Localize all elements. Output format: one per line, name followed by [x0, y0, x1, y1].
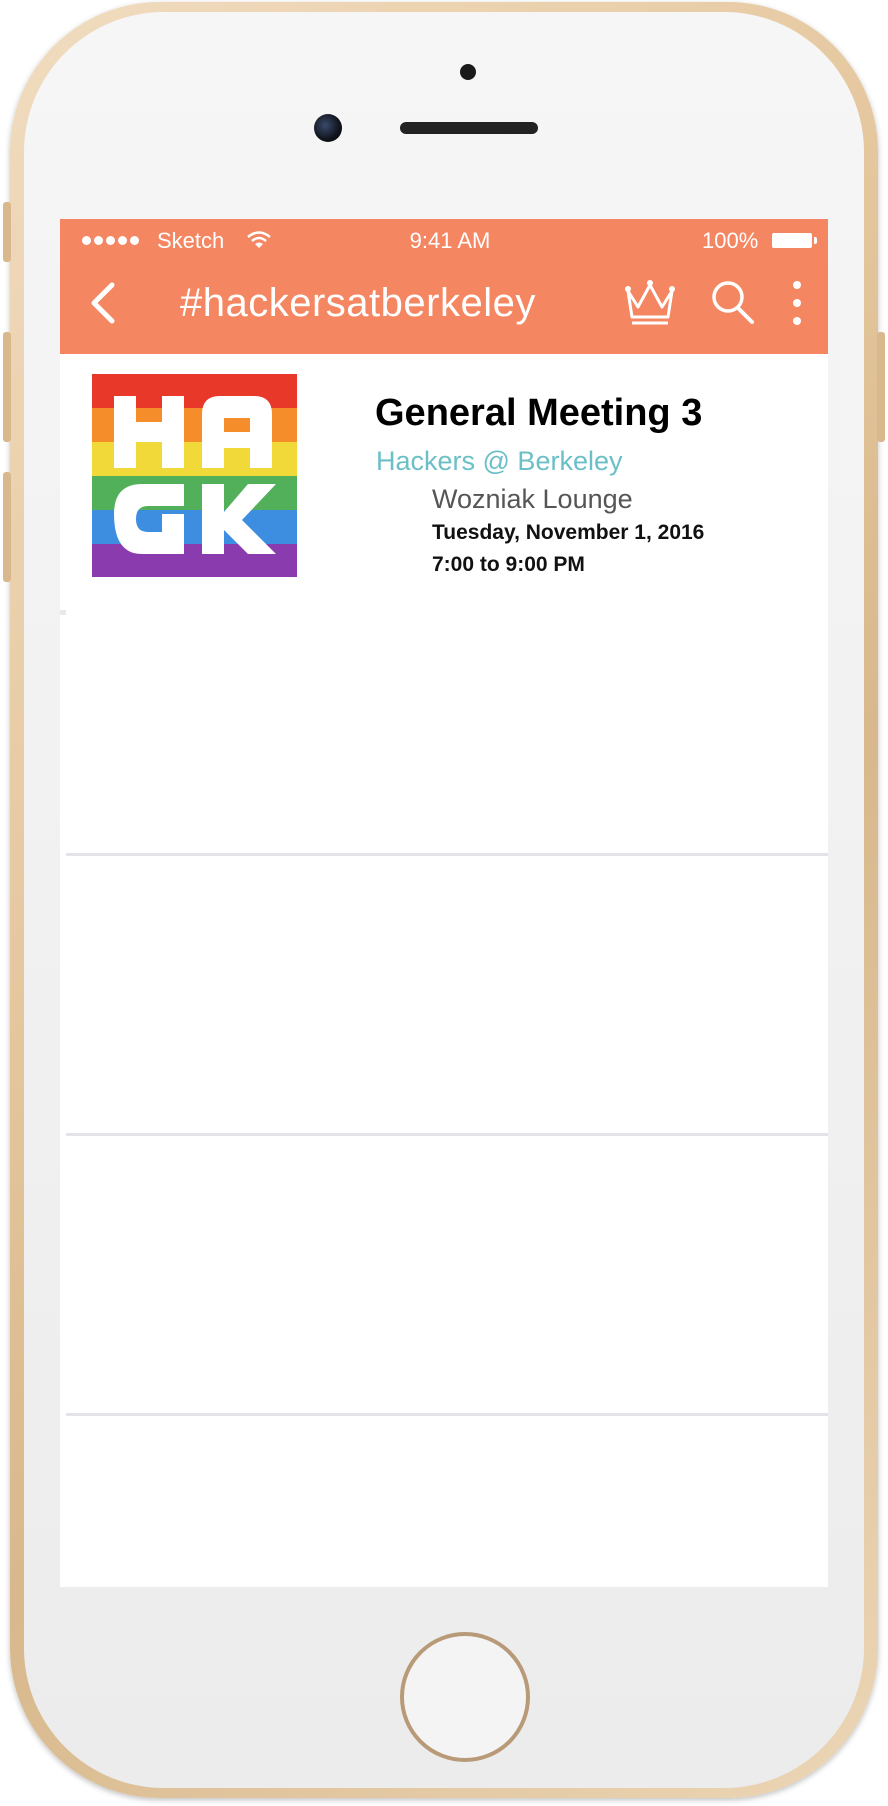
event-organizer[interactable]: Hackers @ Berkeley — [376, 446, 622, 477]
list-item — [66, 856, 828, 1136]
more-vertical-icon — [793, 281, 801, 325]
silent-switch — [3, 202, 11, 262]
more-options-button[interactable] — [782, 277, 812, 329]
channel-title: #hackersatberkeley — [180, 281, 536, 325]
proximity-sensor — [460, 64, 476, 80]
battery-percent: 100% — [702, 228, 759, 253]
power-button — [877, 332, 885, 442]
list-item — [66, 610, 828, 856]
event-title: General Meeting 3 — [375, 392, 703, 434]
status-time: 9:41 AM — [409, 228, 491, 253]
crown-icon — [625, 280, 675, 325]
battery-tip — [814, 237, 817, 244]
carrier-name: Sketch — [157, 228, 225, 253]
app-screen: Sketch 9:41 AM 100% #hackersatberkeley G… — [60, 219, 828, 1587]
status-bar: Sketch 9:41 AM 100% — [60, 219, 828, 263]
volume-up-button — [3, 332, 11, 442]
signal-strength-icon — [82, 236, 139, 245]
front-camera — [314, 114, 342, 142]
event-time: 7:00 to 9:00 PM — [432, 553, 585, 576]
event-list-item[interactable]: General Meeting 3 Hackers @ Berkeley Woz… — [60, 354, 828, 615]
chevron-left-icon — [91, 282, 115, 324]
event-location: Wozniak Lounge — [432, 484, 633, 514]
leaderboard-button[interactable] — [622, 277, 678, 329]
top-bar: Sketch 9:41 AM 100% #hackersatberkeley — [60, 219, 828, 354]
event-date: Tuesday, November 1, 2016 — [432, 521, 705, 544]
volume-down-button — [3, 472, 11, 582]
back-button[interactable] — [84, 275, 124, 331]
home-button[interactable] — [400, 1632, 530, 1762]
battery-icon — [772, 233, 812, 248]
earpiece-speaker — [400, 122, 538, 134]
hack-logo-thumbnail — [92, 374, 297, 577]
wifi-icon — [246, 230, 272, 256]
list-item — [66, 1416, 828, 1587]
search-button[interactable] — [708, 277, 758, 329]
list-item — [66, 1136, 828, 1416]
search-icon — [712, 281, 754, 324]
